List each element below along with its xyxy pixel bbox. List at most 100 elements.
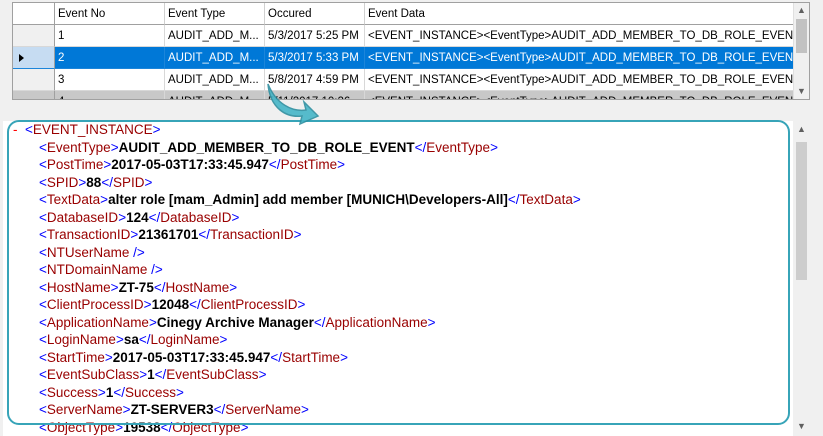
xml-tag-name: HostName <box>46 279 111 295</box>
tag-bracket: </ <box>213 402 226 417</box>
xml-tag-name: HostName <box>165 279 230 295</box>
xml-view[interactable]: - <EVENT_INSTANCE> <EventType>AUDIT_ADD_M… <box>3 121 805 436</box>
xml-tag-name: EventSubClass <box>166 367 259 382</box>
cell-event-data[interactable]: <EVENT_INSTANCE><EventType>AUDIT_ADD_MEM… <box>365 91 794 99</box>
tag-bracket: > <box>143 297 152 312</box>
xml-tag-name: TextData <box>519 192 573 207</box>
scrollbar-thumb[interactable] <box>796 19 807 53</box>
column-header-event-data[interactable]: Event Data <box>365 3 794 25</box>
tag-bracket: < <box>39 279 47 295</box>
collapse-icon[interactable]: - <box>13 121 25 139</box>
tag-bracket: < <box>39 262 47 277</box>
row-header[interactable] <box>13 47 55 69</box>
scrollbar-thumb[interactable] <box>796 142 807 280</box>
tag-bracket: < <box>39 297 47 312</box>
xml-field-line: <PostTime>2017-05-03T17:33:45.947</PostT… <box>13 156 581 174</box>
xml-tag-name: Success <box>46 384 98 400</box>
cell-event-data[interactable]: <EVENT_INSTANCE><EventType>AUDIT_ADD_MEM… <box>365 25 794 47</box>
tag-bracket: > <box>144 174 153 190</box>
events-grid[interactable]: Event No Event Type Occured Event Data 1… <box>12 2 810 100</box>
cell-event-no[interactable]: 4 <box>55 91 165 99</box>
xml-value: 21361701 <box>138 227 199 242</box>
tag-bracket: > <box>176 384 184 400</box>
tag-bracket: > <box>110 279 119 295</box>
tag-bracket: /> <box>147 262 163 277</box>
cell-event-no[interactable]: 3 <box>55 69 165 91</box>
xml-tag-name: DatabaseID <box>160 209 232 225</box>
xml-value: 2017-05-03T17:33:45.947 <box>112 349 271 365</box>
tag-bracket: < <box>39 332 47 347</box>
cell-event-type[interactable]: AUDIT_ADD_M... <box>165 25 265 47</box>
table-row[interactable]: 1 AUDIT_ADD_M... 5/3/2017 5:25 PM <EVENT… <box>13 25 794 47</box>
xml-tag-name: StartTime <box>282 349 341 365</box>
cell-event-type[interactable]: AUDIT_ADD_M... <box>165 69 265 91</box>
scroll-down-icon[interactable]: ▼ <box>793 419 810 434</box>
tag-bracket: > <box>490 139 498 155</box>
xml-field-line: <EventType>AUDIT_ADD_MEMBER_TO_DB_ROLE_E… <box>13 139 581 157</box>
xml-tag-name: StartTime <box>46 349 105 365</box>
tag-bracket: > <box>100 192 109 207</box>
table-row[interactable]: 4 AUDIT_ADD_M... 5/11/2017 10:26 ... <EV… <box>13 91 794 99</box>
tag-bracket: < <box>39 227 47 242</box>
xml-tag-name: LoginName <box>46 332 116 347</box>
tag-bracket: < <box>39 314 47 330</box>
xml-tag-name: ApplicationName <box>46 314 149 330</box>
tag-bracket: > <box>240 419 249 435</box>
xml-field-line: <TextData>alter role [mam_Admin] add mem… <box>13 191 581 209</box>
xml-vertical-scrollbar[interactable]: ▲ ▼ <box>793 120 810 436</box>
tag-bracket: > <box>115 419 124 435</box>
xml-value: sa <box>123 332 139 347</box>
tag-bracket: </ <box>101 174 113 190</box>
tag-bracket: < <box>39 192 47 207</box>
tag-bracket: /> <box>129 244 145 260</box>
xml-tag-name: SPID <box>46 174 79 190</box>
column-header-event-type[interactable]: Event Type <box>165 3 265 25</box>
row-header-corner <box>13 3 55 25</box>
table-row-selected[interactable]: 2 AUDIT_ADD_M... 5/3/2017 5:33 PM <EVENT… <box>13 47 794 69</box>
tag-bracket: > <box>427 314 436 330</box>
column-header-occured[interactable]: Occured <box>265 3 365 25</box>
xml-value: Cinegy Archive Manager <box>156 314 314 330</box>
tag-bracket: > <box>148 314 157 330</box>
column-header-event-no[interactable]: Event No <box>55 3 165 25</box>
xml-tag-name: ApplicationName <box>325 314 428 330</box>
xml-tag-name: Success <box>124 384 176 400</box>
current-row-arrow-icon <box>19 54 24 62</box>
cell-event-type[interactable]: AUDIT_ADD_M... <box>165 91 265 99</box>
xml-value: AUDIT_ADD_MEMBER_TO_DB_ROLE_EVENT <box>118 139 415 155</box>
tag-bracket: </ <box>113 384 125 400</box>
tag-bracket: > <box>118 209 127 225</box>
tag-bracket: < <box>39 384 47 400</box>
tag-bracket: </ <box>270 349 283 365</box>
row-header[interactable] <box>13 69 55 91</box>
xml-value: 12048 <box>151 297 190 312</box>
cell-event-data[interactable]: <EVENT_INSTANCE><EventType>AUDIT_ADD_MEM… <box>365 47 794 69</box>
row-header[interactable] <box>13 91 55 99</box>
cell-event-type[interactable]: AUDIT_ADD_M... <box>165 47 265 69</box>
xml-field-line: <Success>1</Success> <box>13 384 581 402</box>
scroll-down-icon[interactable]: ▼ <box>794 84 809 99</box>
tag-bracket: > <box>258 367 267 382</box>
tag-bracket: > <box>301 402 309 417</box>
scroll-up-icon[interactable]: ▲ <box>793 122 810 137</box>
tag-bracket: </ <box>313 314 326 330</box>
cell-event-data[interactable]: <EVENT_INSTANCE><EventType>AUDIT_ADD_MEM… <box>365 69 794 91</box>
cell-occured[interactable]: 5/3/2017 5:25 PM <box>265 25 365 47</box>
grid-header: Event No Event Type Occured Event Data <box>13 3 794 25</box>
tag-bracket: > <box>139 367 148 382</box>
xml-value: ZT-SERVER3 <box>130 402 214 417</box>
xml-tag-name: EventSubClass <box>46 367 140 382</box>
tag-bracket: </ <box>154 367 167 382</box>
tag-bracket: </ <box>160 419 173 435</box>
table-row[interactable]: 3 AUDIT_ADD_M... 5/8/2017 4:59 PM <EVENT… <box>13 69 794 91</box>
row-header[interactable] <box>13 25 55 47</box>
xml-tag-name: NTDomainName <box>46 262 148 277</box>
scroll-up-icon[interactable]: ▲ <box>794 3 809 18</box>
cell-event-no[interactable]: 2 <box>55 47 165 69</box>
xml-tag-name: NTUserName <box>46 244 130 260</box>
cell-event-no[interactable]: 1 <box>55 25 165 47</box>
cell-occured[interactable]: 5/3/2017 5:33 PM <box>265 47 365 69</box>
tag-bracket: </ <box>153 279 166 295</box>
tag-bracket: > <box>572 192 581 207</box>
grid-vertical-scrollbar[interactable]: ▲ ▼ <box>793 3 809 99</box>
